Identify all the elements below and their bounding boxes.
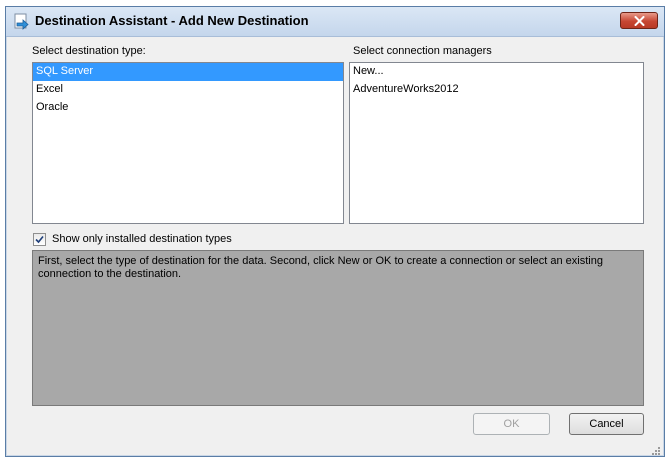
- list-item-excel[interactable]: Excel: [33, 81, 343, 99]
- list-item-sql-server[interactable]: SQL Server: [33, 63, 343, 81]
- close-icon: [634, 16, 645, 26]
- cancel-button[interactable]: Cancel: [569, 413, 644, 435]
- info-panel: First, select the type of destination fo…: [32, 250, 644, 406]
- ok-button[interactable]: OK: [473, 413, 550, 435]
- list-item-adventureworks[interactable]: AdventureWorks2012: [350, 81, 643, 99]
- checkmark-icon: [35, 235, 44, 244]
- show-installed-label[interactable]: Show only installed destination types: [52, 233, 232, 245]
- dialog-window: Destination Assistant - Add New Destinat…: [5, 6, 665, 457]
- destination-type-label: Select destination type:: [32, 45, 146, 57]
- connection-managers-list[interactable]: New... AdventureWorks2012: [349, 62, 644, 224]
- destination-type-list[interactable]: SQL Server Excel Oracle: [32, 62, 344, 224]
- destination-wizard-icon: [14, 13, 30, 30]
- list-item-new[interactable]: New...: [350, 63, 643, 81]
- show-installed-checkbox[interactable]: [33, 233, 46, 246]
- connection-managers-label: Select connection managers: [353, 45, 492, 57]
- resize-grip-icon[interactable]: [651, 443, 661, 455]
- info-text: First, select the type of destination fo…: [38, 255, 603, 280]
- window-title: Destination Assistant - Add New Destinat…: [35, 13, 309, 28]
- list-item-oracle[interactable]: Oracle: [33, 99, 343, 117]
- close-button[interactable]: [620, 12, 658, 29]
- title-bar[interactable]: Destination Assistant - Add New Destinat…: [6, 7, 664, 37]
